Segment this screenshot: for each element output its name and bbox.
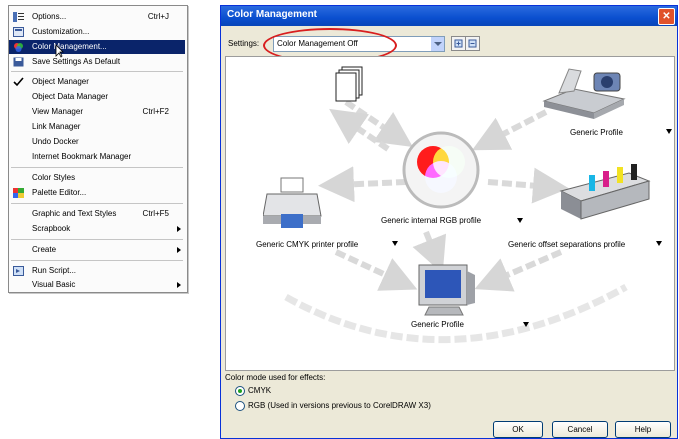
offset-press-icon — [559, 164, 651, 220]
cmyk-radio[interactable] — [235, 386, 245, 396]
settings-label: Settings: — [228, 39, 260, 48]
menu-item-view-manager[interactable]: View Manager Ctrl+F2 — [9, 105, 185, 119]
document-icon — [335, 66, 363, 102]
printer-icon — [263, 177, 322, 228]
dialog-title: Color Management — [227, 9, 318, 20]
mouse-cursor-icon — [55, 44, 64, 58]
menu-item-internet-bookmark-manager[interactable]: Internet Bookmark Manager — [9, 150, 185, 164]
scanner-profile-dropdown[interactable] — [666, 129, 672, 134]
monitor-profile-dropdown[interactable] — [523, 322, 529, 327]
monitor-icon — [418, 264, 475, 316]
menu-item-options[interactable]: Options... Ctrl+J — [9, 10, 185, 24]
menu-separator — [11, 239, 183, 240]
ok-button[interactable]: OK — [493, 421, 543, 438]
menu-item-visual-basic[interactable]: Visual Basic — [9, 278, 185, 292]
menu-item-object-manager[interactable]: Object Manager — [9, 75, 185, 89]
menu-item-save-settings[interactable]: Save Settings As Default — [9, 55, 185, 69]
menu-separator — [11, 167, 183, 168]
close-button[interactable]: ✕ — [658, 8, 675, 25]
help-button[interactable]: Help — [615, 421, 671, 438]
save-settings-icon — [13, 57, 24, 67]
submenu-arrow-icon — [177, 247, 181, 253]
add-preset-button[interactable] — [451, 36, 466, 51]
menu-item-customization[interactable]: Customization... — [9, 25, 185, 39]
menu-item-undo-docker[interactable]: Undo Docker — [9, 135, 185, 149]
color-management-icon — [14, 43, 23, 52]
menu-item-create[interactable]: Create — [9, 243, 185, 257]
add-preset-icon — [454, 39, 463, 48]
rgb-radio[interactable] — [235, 401, 245, 411]
chevron-down-icon[interactable] — [431, 37, 444, 51]
menu-item-color-management[interactable]: Color Management... — [9, 40, 185, 54]
monitor-profile-label: Generic Profile — [411, 320, 464, 329]
cmyk-radio-label: CMYK — [248, 386, 272, 395]
delete-preset-button[interactable] — [465, 36, 480, 51]
menu-item-palette-editor[interactable]: Palette Editor... — [9, 186, 185, 200]
menu-item-link-manager[interactable]: Link Manager — [9, 120, 185, 134]
checkmark-icon — [13, 77, 24, 87]
printer-profile-dropdown[interactable] — [392, 241, 398, 246]
customization-icon — [13, 27, 24, 37]
color-management-dialog: Color Management ✕ Settings: Color Manag… — [220, 5, 678, 439]
menu-item-run-script[interactable]: Run Script... — [9, 264, 185, 278]
scanner-icon — [542, 68, 626, 119]
title-bar[interactable]: Color Management ✕ — [221, 6, 677, 26]
submenu-arrow-icon — [177, 226, 181, 232]
menu-separator — [11, 260, 183, 261]
rgb-color-wheel-icon — [402, 131, 480, 209]
menu-separator — [11, 71, 183, 72]
options-icon — [13, 12, 24, 22]
delete-preset-icon — [468, 39, 477, 48]
rgb-radio-label: RGB (Used in versions previous to CorelD… — [248, 401, 431, 410]
run-script-icon — [13, 266, 24, 276]
internal-rgb-profile-dropdown[interactable] — [517, 218, 523, 223]
printer-profile-label: Generic CMYK printer profile — [256, 240, 359, 249]
menu-item-graphic-text-styles[interactable]: Graphic and Text Styles Ctrl+F5 — [9, 207, 185, 221]
palette-editor-icon — [13, 188, 24, 198]
scanner-profile-label: Generic Profile — [570, 128, 623, 137]
menu-item-color-styles[interactable]: Color Styles — [9, 171, 185, 185]
menu-separator — [11, 203, 183, 204]
color-mode-label: Color mode used for effects: — [225, 373, 326, 382]
menu-item-scrapbook[interactable]: Scrapbook — [9, 222, 185, 236]
cancel-button[interactable]: Cancel — [552, 421, 608, 438]
menu-item-object-data-manager[interactable]: Object Data Manager — [9, 90, 185, 104]
internal-rgb-profile-label: Generic internal RGB profile — [381, 216, 482, 225]
separations-profile-dropdown[interactable] — [656, 241, 662, 246]
color-flow-diagram: Generic Profile Generic internal RGB pro… — [225, 56, 675, 371]
separations-profile-label: Generic offset separations profile — [508, 240, 626, 249]
submenu-arrow-icon — [177, 282, 181, 288]
tools-menu: Options... Ctrl+J Customization... Color… — [8, 5, 188, 293]
